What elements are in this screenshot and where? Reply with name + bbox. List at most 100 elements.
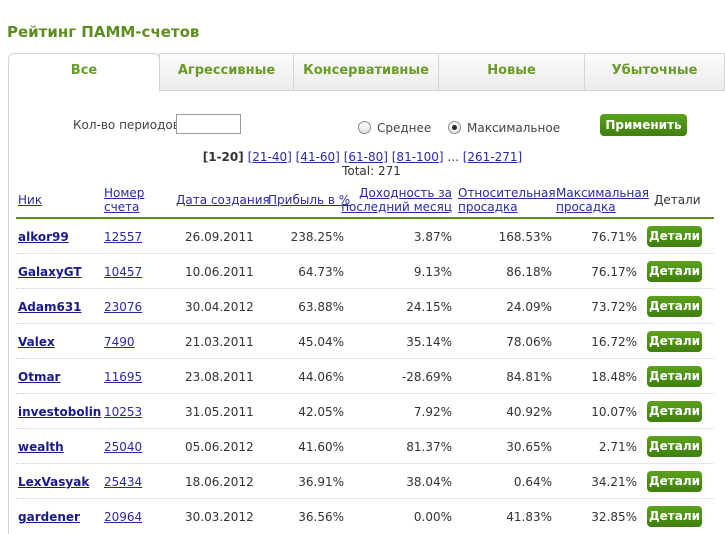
table-row: Adam631 23076 30.04.2012 63.88% 24.15% 2… bbox=[16, 289, 714, 324]
total-count: Total: 271 bbox=[342, 164, 401, 178]
table-row: LexVasyak 25434 18.06.2012 36.91% 38.04%… bbox=[16, 464, 714, 499]
col-nick[interactable]: Ник bbox=[18, 193, 42, 207]
row-created: 21.03.2011 bbox=[185, 335, 254, 349]
row-profit: 238.25% bbox=[290, 230, 344, 244]
col-account-line2: счета bbox=[104, 200, 140, 214]
details-button[interactable]: Детали bbox=[647, 296, 702, 317]
row-created: 30.03.2012 bbox=[185, 510, 254, 524]
col-details: Детали bbox=[654, 193, 701, 207]
row-account[interactable]: 10457 bbox=[104, 265, 142, 279]
row-relative-drawdown: 41.83% bbox=[506, 510, 552, 524]
details-button[interactable]: Детали bbox=[647, 226, 702, 247]
row-max-drawdown: 73.72% bbox=[591, 300, 637, 314]
pager-ellipsis: ... bbox=[447, 150, 459, 164]
row-profit: 36.91% bbox=[298, 475, 344, 489]
row-monthly-return: 7.92% bbox=[413, 405, 452, 419]
row-relative-drawdown: 24.09% bbox=[506, 300, 552, 314]
row-relative-drawdown: 168.53% bbox=[498, 230, 552, 244]
row-profit: 41.60% bbox=[298, 440, 344, 454]
row-monthly-return: 35.14% bbox=[406, 335, 452, 349]
row-created: 30.04.2012 bbox=[185, 300, 254, 314]
tab-conservative[interactable]: Консервативные bbox=[293, 53, 439, 91]
pager-link[interactable]: [41-60] bbox=[296, 150, 340, 164]
row-max-drawdown: 34.21% bbox=[591, 475, 637, 489]
details-button[interactable]: Детали bbox=[647, 506, 702, 527]
row-max-drawdown: 16.72% bbox=[591, 335, 637, 349]
details-button[interactable]: Детали bbox=[647, 331, 702, 352]
radio-maximum[interactable] bbox=[448, 121, 461, 134]
details-button[interactable]: Детали bbox=[647, 261, 702, 282]
row-relative-drawdown: 86.18% bbox=[506, 265, 552, 279]
col-rel-dd-line2: просадка bbox=[458, 200, 518, 214]
pagination: [1-20] [21-40] [41-60] [61-80] [81-100] … bbox=[0, 150, 725, 164]
pager-link[interactable]: [21-40] bbox=[248, 150, 292, 164]
row-nick[interactable]: alkor99 bbox=[18, 230, 69, 244]
row-nick[interactable]: investobolin bbox=[18, 405, 101, 419]
row-account[interactable]: 23076 bbox=[104, 300, 142, 314]
pager-link-last[interactable]: [261-271] bbox=[463, 150, 523, 164]
row-max-drawdown: 32.85% bbox=[591, 510, 637, 524]
tab-all[interactable]: Все bbox=[8, 53, 160, 92]
row-monthly-return: 9.13% bbox=[413, 265, 452, 279]
period-count-input[interactable] bbox=[176, 114, 241, 134]
row-max-drawdown: 10.07% bbox=[591, 405, 637, 419]
col-max-dd-line1: Максимальная bbox=[556, 186, 649, 200]
row-relative-drawdown: 40.92% bbox=[506, 405, 552, 419]
col-profit[interactable]: Прибыль в % bbox=[268, 193, 350, 207]
row-account[interactable]: 20964 bbox=[104, 510, 142, 524]
row-relative-drawdown: 30.65% bbox=[506, 440, 552, 454]
table-row: investobolin 10253 31.05.2011 42.05% 7.9… bbox=[16, 394, 714, 429]
table-row: wealth 25040 05.06.2012 41.60% 81.37% 30… bbox=[16, 429, 714, 464]
details-button[interactable]: Детали bbox=[647, 366, 702, 387]
row-nick[interactable]: gardener bbox=[18, 510, 80, 524]
row-relative-drawdown: 0.64% bbox=[513, 475, 552, 489]
col-account[interactable]: Номер счета bbox=[104, 186, 144, 214]
row-profit: 64.73% bbox=[298, 265, 344, 279]
row-profit: 63.88% bbox=[298, 300, 344, 314]
row-nick[interactable]: Adam631 bbox=[18, 300, 82, 314]
table-row: Otmar 11695 23.08.2011 44.06% -28.69% 84… bbox=[16, 359, 714, 394]
row-account[interactable]: 11695 bbox=[104, 370, 142, 384]
tab-new[interactable]: Новые bbox=[438, 53, 585, 91]
row-nick[interactable]: LexVasyak bbox=[18, 475, 89, 489]
row-monthly-return: 0.00% bbox=[413, 510, 452, 524]
col-monthly-return[interactable]: Доходность за последний месяц bbox=[340, 186, 452, 214]
row-account[interactable]: 25434 bbox=[104, 475, 142, 489]
row-profit: 42.05% bbox=[298, 405, 344, 419]
apply-button[interactable]: Применить bbox=[600, 114, 687, 136]
col-monthly-line2: последний месяц bbox=[341, 200, 452, 214]
pager-link[interactable]: [81-100] bbox=[392, 150, 444, 164]
tab-aggressive[interactable]: Агрессивные bbox=[159, 53, 294, 91]
row-account[interactable]: 25040 bbox=[104, 440, 142, 454]
row-nick[interactable]: GalaxyGT bbox=[18, 265, 82, 279]
page-title: Рейтинг ПАММ-счетов bbox=[7, 23, 200, 41]
table-row: alkor99 12557 26.09.2011 238.25% 3.87% 1… bbox=[16, 219, 714, 254]
row-nick[interactable]: wealth bbox=[18, 440, 64, 454]
row-nick[interactable]: Otmar bbox=[18, 370, 60, 384]
table-row: Valex 7490 21.03.2011 45.04% 35.14% 78.0… bbox=[16, 324, 714, 359]
row-max-drawdown: 2.71% bbox=[598, 440, 637, 454]
row-nick[interactable]: Valex bbox=[18, 335, 55, 349]
row-account[interactable]: 12557 bbox=[104, 230, 142, 244]
details-button[interactable]: Детали bbox=[647, 471, 702, 492]
radio-average[interactable] bbox=[358, 121, 371, 134]
col-created[interactable]: Дата создания bbox=[176, 193, 270, 207]
row-profit: 36.56% bbox=[298, 510, 344, 524]
pager-current: [1-20] bbox=[202, 150, 244, 164]
tab-bar: Все Агрессивные Консервативные Новые Убы… bbox=[8, 53, 725, 92]
tab-losing[interactable]: Убыточные bbox=[584, 53, 725, 91]
pager-link[interactable]: [61-80] bbox=[344, 150, 388, 164]
col-relative-drawdown[interactable]: Относительная просадка bbox=[458, 186, 556, 214]
row-monthly-return: 38.04% bbox=[406, 475, 452, 489]
row-monthly-return: 81.37% bbox=[406, 440, 452, 454]
row-account[interactable]: 10253 bbox=[104, 405, 142, 419]
col-max-drawdown[interactable]: Максимальная просадка bbox=[556, 186, 649, 214]
details-button[interactable]: Детали bbox=[647, 436, 702, 457]
row-account[interactable]: 7490 bbox=[104, 335, 135, 349]
details-button[interactable]: Детали bbox=[647, 401, 702, 422]
row-created: 18.06.2012 bbox=[185, 475, 254, 489]
row-max-drawdown: 18.48% bbox=[591, 370, 637, 384]
row-created: 23.08.2011 bbox=[185, 370, 254, 384]
col-account-line1: Номер bbox=[104, 186, 145, 200]
row-monthly-return: 3.87% bbox=[413, 230, 452, 244]
